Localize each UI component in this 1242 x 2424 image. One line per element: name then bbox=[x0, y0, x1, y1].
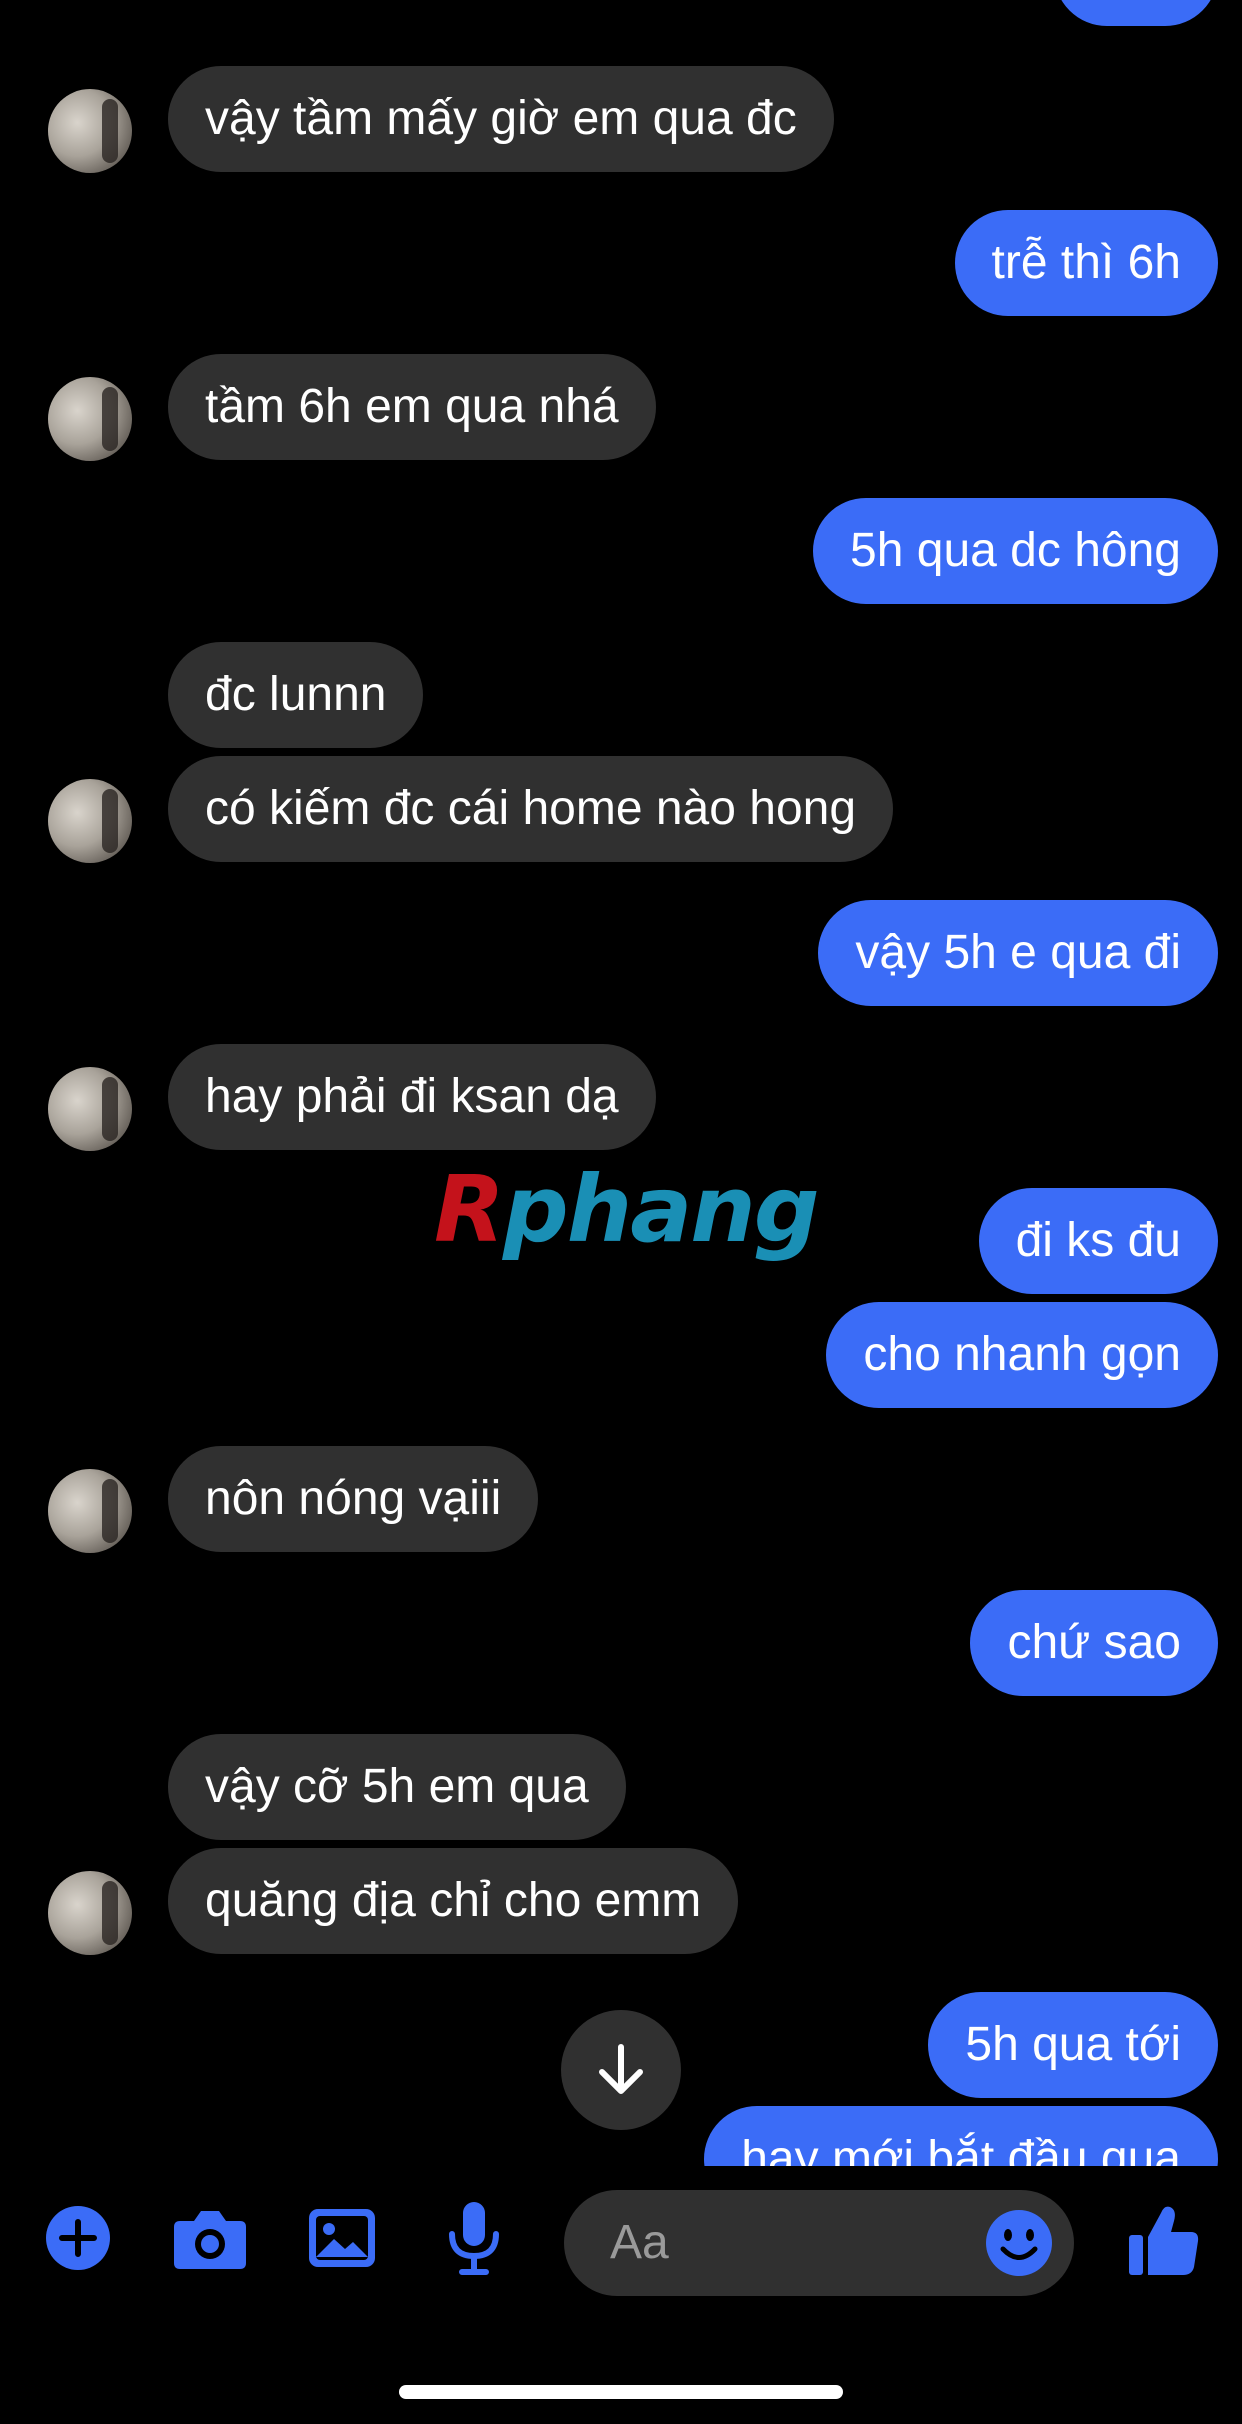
contact-avatar[interactable] bbox=[48, 1469, 132, 1553]
incoming-message[interactable]: tầm 6h em qua nhá bbox=[168, 354, 656, 460]
incoming-message[interactable]: có kiếm đc cái home nào hong bbox=[168, 756, 894, 862]
message-input-placeholder: Aa bbox=[610, 2216, 669, 2269]
message-input[interactable]: Aa bbox=[564, 2190, 1074, 2296]
gallery-icon bbox=[309, 2209, 375, 2267]
message-thread[interactable]: vậy tầm mấy giờ em qua đc trễ thì 6h tầm… bbox=[0, 0, 1242, 2166]
voice-button[interactable] bbox=[434, 2198, 514, 2278]
outgoing-message[interactable]: trễ thì 6h bbox=[954, 210, 1218, 316]
microphone-icon bbox=[449, 2202, 499, 2275]
outgoing-message[interactable]: đi ks đu bbox=[978, 1188, 1218, 1294]
camera-icon bbox=[174, 2211, 246, 2269]
contact-avatar[interactable] bbox=[48, 779, 132, 863]
outgoing-message[interactable]: chứ sao bbox=[970, 1590, 1218, 1696]
outgoing-message[interactable]: vậy 5h e qua đi bbox=[818, 900, 1218, 1006]
outgoing-message[interactable]: 5h qua dc hông bbox=[813, 498, 1218, 604]
incoming-message[interactable]: quăng địa chỉ cho emm bbox=[168, 1848, 739, 1954]
emoji-icon bbox=[986, 2210, 1052, 2276]
incoming-message[interactable]: nôn nóng vạiii bbox=[168, 1446, 539, 1552]
emoji-button[interactable] bbox=[984, 2208, 1054, 2278]
outgoing-message[interactable]: 5h qua tới bbox=[928, 1992, 1218, 2098]
incoming-message[interactable]: đc lunnn bbox=[168, 642, 424, 748]
outgoing-message-partial[interactable]: hay mới bắt đầu qua bbox=[704, 2106, 1218, 2166]
like-button[interactable] bbox=[1122, 2198, 1206, 2282]
gallery-button[interactable] bbox=[302, 2198, 382, 2278]
scroll-to-bottom-button[interactable] bbox=[561, 2010, 681, 2130]
home-indicator[interactable] bbox=[399, 2385, 843, 2399]
watermark-word: phang bbox=[502, 1156, 820, 1263]
incoming-message[interactable]: vậy cỡ 5h em qua bbox=[168, 1734, 626, 1840]
arrow-down-icon bbox=[599, 2044, 643, 2094]
outgoing-message-partial[interactable] bbox=[1054, 0, 1218, 26]
camera-button[interactable] bbox=[170, 2198, 250, 2278]
contact-avatar[interactable] bbox=[48, 1067, 132, 1151]
contact-avatar[interactable] bbox=[48, 89, 132, 173]
incoming-message[interactable]: vậy tầm mấy giờ em qua đc bbox=[168, 66, 834, 172]
plus-icon bbox=[46, 2206, 110, 2270]
add-button[interactable] bbox=[38, 2198, 118, 2278]
incoming-message[interactable]: hay phải đi ksan dạ bbox=[168, 1044, 656, 1150]
watermark-letter: R bbox=[434, 1156, 505, 1263]
watermark-logo: Rphang bbox=[434, 1160, 820, 1260]
thumbs-up-icon bbox=[1129, 2206, 1199, 2275]
contact-avatar[interactable] bbox=[48, 377, 132, 461]
contact-avatar[interactable] bbox=[48, 1871, 132, 1955]
outgoing-message[interactable]: cho nhanh gọn bbox=[826, 1302, 1218, 1408]
